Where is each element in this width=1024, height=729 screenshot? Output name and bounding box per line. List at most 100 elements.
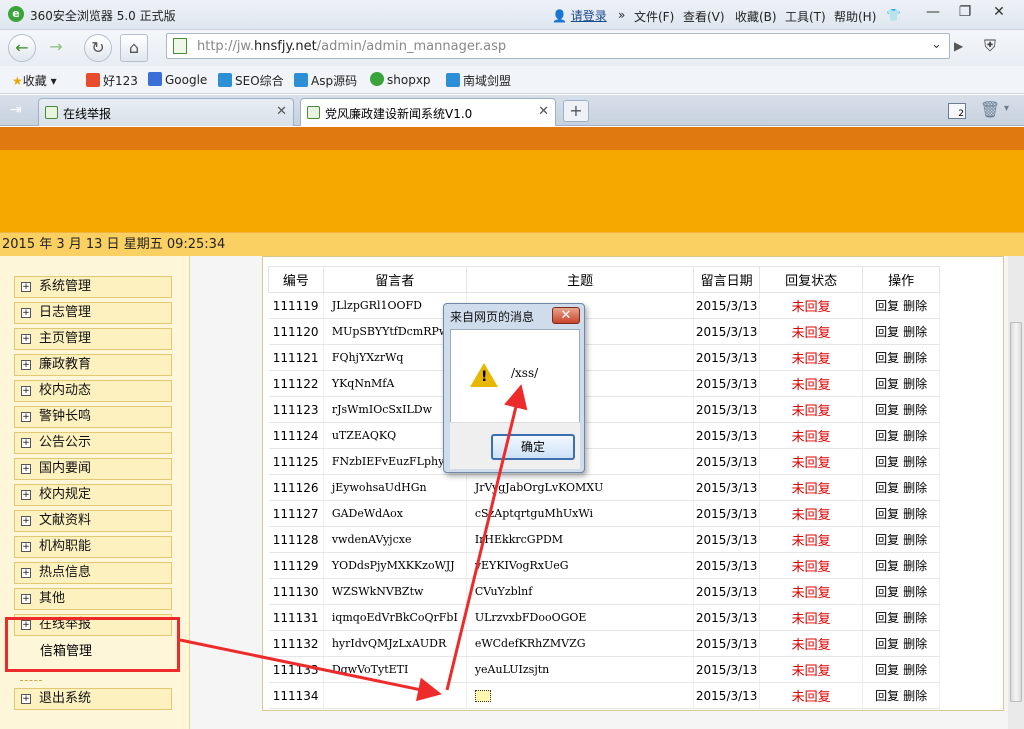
cell-status: 未回复 <box>759 604 864 631</box>
cell-status: 未回复 <box>759 500 864 527</box>
reply-link[interactable]: 回复 <box>875 351 899 365</box>
cell-actions: 回复 删除 <box>862 500 940 527</box>
menu-help[interactable]: 帮助(H) <box>834 8 876 25</box>
delete-link[interactable]: 删除 <box>903 637 927 651</box>
reply-link[interactable]: 回复 <box>875 611 899 625</box>
reply-link[interactable]: 回复 <box>875 533 899 547</box>
chevron-down-icon[interactable]: ⌄ <box>931 37 942 52</box>
refresh-button[interactable]: ↻ <box>84 34 112 62</box>
maximize-button[interactable]: ❐ <box>950 2 980 24</box>
delete-link[interactable]: 删除 <box>903 455 927 469</box>
reply-link[interactable]: 回复 <box>875 585 899 599</box>
go-icon[interactable]: ▶ <box>954 39 963 53</box>
login-link[interactable]: 👤 请登录 <box>552 7 607 24</box>
cell-author: WZSWkNVBZtw <box>323 578 467 605</box>
delete-link[interactable]: 删除 <box>903 689 927 703</box>
sidebar-toggle-icon[interactable]: ⇥ <box>10 102 22 118</box>
cell-status: 未回复 <box>759 656 864 683</box>
menu-file[interactable]: 文件(F) <box>634 8 674 25</box>
forward-button[interactable]: → <box>42 34 70 62</box>
sidebar-item[interactable]: + 文献资料 <box>14 510 172 532</box>
close-window-button[interactable]: ✕ <box>984 2 1014 24</box>
tab-report[interactable]: 在线举报 ✕ <box>38 98 294 126</box>
delete-link[interactable]: 删除 <box>903 611 927 625</box>
reply-link[interactable]: 回复 <box>875 377 899 391</box>
reply-link[interactable]: 回复 <box>875 455 899 469</box>
new-tab-button[interactable]: + <box>563 100 589 122</box>
cell-date: 2015/3/13 <box>693 578 760 605</box>
sidebar-item[interactable]: + 警钟长鸣 <box>14 406 172 428</box>
reply-link[interactable]: 回复 <box>875 637 899 651</box>
reply-link[interactable]: 回复 <box>875 325 899 339</box>
close-tab-icon[interactable]: ✕ <box>276 104 287 119</box>
close-tab-icon[interactable]: ✕ <box>538 104 549 119</box>
broken-image-icon <box>474 690 491 702</box>
delete-link[interactable]: 删除 <box>903 403 927 417</box>
sidebar-item[interactable]: + 机构职能 <box>14 536 172 558</box>
delete-link[interactable]: 删除 <box>903 299 927 313</box>
sidebar-item[interactable]: + 系统管理 <box>14 276 172 298</box>
scrollbar-thumb[interactable] <box>1010 322 1022 702</box>
reply-link[interactable]: 回复 <box>875 507 899 521</box>
bookmark-hao123[interactable]: 好123 <box>86 72 138 89</box>
arrow-left-icon: ← <box>15 38 29 57</box>
delete-link[interactable]: 删除 <box>903 481 927 495</box>
delete-link[interactable]: 删除 <box>903 351 927 365</box>
delete-link[interactable]: 删除 <box>903 377 927 391</box>
menu-favorites[interactable]: 收藏(B) <box>735 8 777 25</box>
bookmark-asp[interactable]: Asp源码 <box>294 72 357 89</box>
menu-view[interactable]: 查看(V) <box>683 8 725 25</box>
sidebar-item-logout[interactable]: + 退出系统 <box>14 688 172 710</box>
bookmark-shopxp[interactable]: shopxp <box>370 72 431 87</box>
address-text[interactable]: http://jw.hnsfjy.net/admin/admin_mannage… <box>197 39 506 54</box>
sidebar-item[interactable]: + 校内动态 <box>14 380 172 402</box>
sidebar-item[interactable]: + 日志管理 <box>14 302 172 324</box>
bookmark-google[interactable]: Google <box>148 72 207 87</box>
tab-news-system[interactable]: 党风廉政建设新闻系统V1.0 ✕ <box>300 98 556 126</box>
shield-icon[interactable]: ⛨ <box>984 36 996 56</box>
delete-link[interactable]: 删除 <box>903 507 927 521</box>
dialog-close-button[interactable]: ✕ <box>552 307 580 324</box>
favorites-menu[interactable]: ★收藏 ▾ <box>12 72 57 89</box>
cell-actions: 回复 删除 <box>862 344 940 371</box>
cell-status: 未回复 <box>759 682 864 709</box>
browser-logo-icon: e <box>8 6 24 22</box>
dialog-ok-button[interactable]: 确定 <box>491 434 575 460</box>
cell-id: 111131 <box>268 604 324 631</box>
address-bar[interactable]: http://jw.hnsfjy.net/admin/admin_mannage… <box>166 33 950 59</box>
reply-link[interactable]: 回复 <box>875 663 899 677</box>
reply-link[interactable]: 回复 <box>875 429 899 443</box>
delete-link[interactable]: 删除 <box>903 533 927 547</box>
cell-date: 2015/3/13 <box>693 448 760 475</box>
bookmark-nanyu[interactable]: 南域剑盟 <box>446 72 511 89</box>
delete-link[interactable]: 删除 <box>903 559 927 573</box>
sidebar-item[interactable]: + 国内要闻 <box>14 458 172 480</box>
home-button[interactable]: ⌂ <box>120 34 148 62</box>
skin-icon[interactable]: 👕 <box>886 8 901 22</box>
trash-icon[interactable]: 🗑 <box>980 100 1000 119</box>
cell-status: 未回复 <box>759 292 864 319</box>
caret-down-icon[interactable]: ▾ <box>1004 103 1009 114</box>
sidebar-item[interactable]: + 公告公示 <box>14 432 172 454</box>
back-button[interactable]: ← <box>8 34 36 62</box>
sidebar-item[interactable]: + 热点信息 <box>14 562 172 584</box>
delete-link[interactable]: 删除 <box>903 429 927 443</box>
reply-link[interactable]: 回复 <box>875 689 899 703</box>
sidebar-item[interactable]: + 校内规定 <box>14 484 172 506</box>
delete-link[interactable]: 删除 <box>903 585 927 599</box>
tab-count-icon[interactable]: 2 <box>948 103 966 119</box>
cell-date: 2015/3/13 <box>693 396 760 423</box>
reply-link[interactable]: 回复 <box>875 481 899 495</box>
sidebar-item[interactable]: + 主页管理 <box>14 328 172 350</box>
reply-link[interactable]: 回复 <box>875 299 899 313</box>
sidebar-item[interactable]: + 其他 <box>14 588 172 610</box>
bookmark-seo[interactable]: SEO综合 <box>218 72 284 89</box>
reply-link[interactable]: 回复 <box>875 403 899 417</box>
minimize-button[interactable]: — <box>918 2 948 24</box>
reply-link[interactable]: 回复 <box>875 559 899 573</box>
header-id: 编号 <box>268 266 324 293</box>
delete-link[interactable]: 删除 <box>903 663 927 677</box>
sidebar-item[interactable]: + 廉政教育 <box>14 354 172 376</box>
delete-link[interactable]: 删除 <box>903 325 927 339</box>
menu-tools[interactable]: 工具(T) <box>785 8 826 25</box>
